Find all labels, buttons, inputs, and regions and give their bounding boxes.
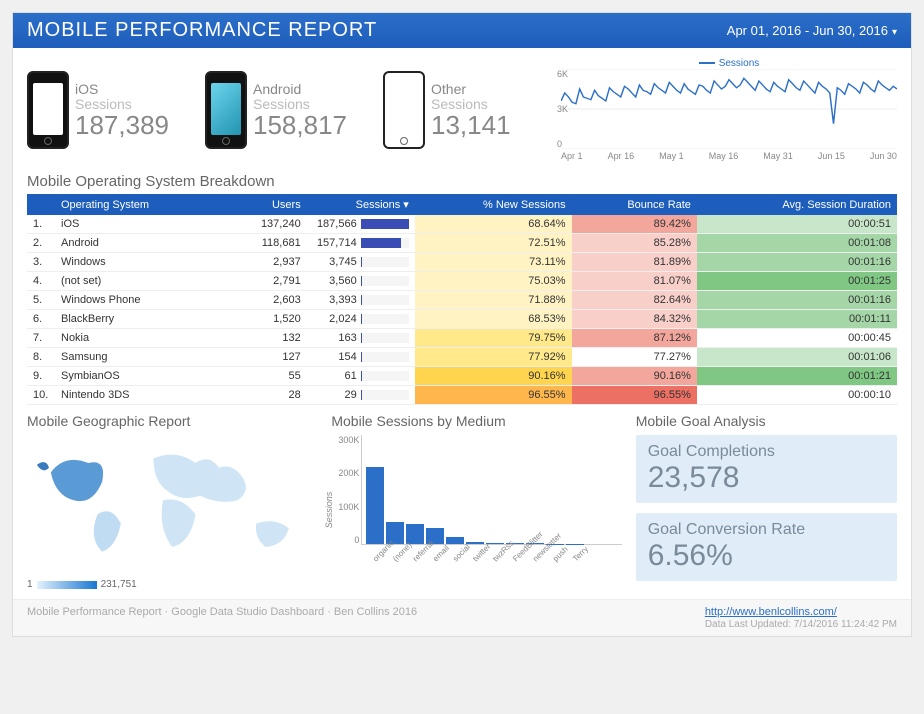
os-table-title: Mobile Operating System Breakdown — [13, 167, 911, 194]
goal-title: Mobile Goal Analysis — [636, 413, 897, 429]
sessions-sparkline: Sessions 6K3K0 Apr 1Apr 16May 1May 16May… — [561, 58, 897, 161]
map-min: 1 — [27, 579, 33, 590]
medium-title: Mobile Sessions by Medium — [331, 413, 621, 429]
date-range-picker[interactable]: Apr 01, 2016 - Jun 30, 2016 — [727, 23, 897, 38]
goal-conversion-label: Goal Conversion Rate — [648, 521, 885, 539]
table-row[interactable]: 8.Samsung12715477.92%77.27%00:01:06 — [27, 348, 897, 367]
table-row[interactable]: 10.Nintendo 3DS282996.55%96.55%00:00:10 — [27, 386, 897, 405]
android-label: Android — [253, 82, 347, 96]
sparkline-legend: Sessions — [561, 58, 897, 69]
goal-conversion-card: Goal Conversion Rate 6.56% — [636, 513, 897, 581]
map-gradient — [37, 581, 97, 589]
bar-social[interactable] — [446, 537, 464, 544]
top-metrics-row: iOS Sessions 187,389 Android Sessions 15… — [13, 48, 911, 167]
goal-completions-value: 23,578 — [648, 461, 885, 495]
android-phone-icon — [205, 71, 247, 149]
map-max: 231,751 — [101, 579, 137, 590]
table-column-header[interactable]: Bounce Rate — [572, 194, 697, 215]
report-header: MOBILE PERFORMANCE REPORT Apr 01, 2016 -… — [13, 13, 911, 48]
ios-label: iOS — [75, 82, 169, 96]
other-value: 13,141 — [431, 112, 511, 138]
goal-completions-label: Goal Completions — [648, 443, 885, 461]
goal-conversion-value: 6.56% — [648, 539, 885, 573]
table-column-header[interactable]: Operating System — [55, 194, 221, 215]
footer-link[interactable]: http://www.benlcollins.com/ — [705, 606, 837, 618]
medium-bar-chart[interactable]: Sessions 300K200K100K0 organic(none)refe… — [331, 435, 621, 575]
barchart-ylabel: Sessions — [324, 492, 334, 529]
table-row[interactable]: 4.(not set)2,7913,56075.03%81.07%00:01:2… — [27, 272, 897, 291]
other-label: Other — [431, 82, 511, 96]
bar-twitter[interactable] — [466, 542, 484, 544]
table-row[interactable]: 3.Windows2,9373,74573.11%81.89%00:01:16 — [27, 253, 897, 272]
goal-block: Mobile Goal Analysis Goal Completions 23… — [636, 413, 897, 591]
report-title: MOBILE PERFORMANCE REPORT — [27, 19, 377, 42]
bar-referral[interactable] — [406, 524, 424, 544]
report-container: MOBILE PERFORMANCE REPORT Apr 01, 2016 -… — [12, 12, 912, 637]
ios-value: 187,389 — [75, 112, 169, 138]
other-sessions-card: Other Sessions 13,141 — [383, 58, 551, 161]
table-row[interactable]: 6.BlackBerry1,5202,02468.53%84.32%00:01:… — [27, 310, 897, 329]
iphone-icon — [27, 71, 69, 149]
android-sessions-card: Android Sessions 158,817 — [205, 58, 373, 161]
ios-sessions-card: iOS Sessions 187,389 — [27, 58, 195, 161]
table-header-row[interactable]: Operating SystemUsersSessions ▾% New Ses… — [27, 194, 897, 215]
table-row[interactable]: 7.Nokia13216379.75%87.12%00:00:45 — [27, 329, 897, 348]
table-row[interactable]: 9.SymbianOS556190.16%90.16%00:01:21 — [27, 367, 897, 386]
android-value: 158,817 — [253, 112, 347, 138]
table-body: 1.iOS137,240187,56668.64%89.42%00:00:512… — [27, 215, 897, 405]
medium-block: Mobile Sessions by Medium Sessions 300K2… — [331, 413, 621, 591]
sparkline-chart[interactable]: 6K3K0 — [561, 69, 897, 149]
generic-phone-icon — [383, 71, 425, 149]
table-row[interactable]: 1.iOS137,240187,56668.64%89.42%00:00:51 — [27, 215, 897, 234]
table-column-header[interactable] — [27, 194, 55, 215]
table-row[interactable]: 2.Android118,681157,71472.51%85.28%00:01… — [27, 234, 897, 253]
bar-twzRss[interactable] — [486, 543, 504, 544]
bottom-row: Mobile Geographic Report 1 231,751 Mobil… — [13, 405, 911, 599]
footer-updated: Data Last Updated: 7/14/2016 11:24:42 PM — [705, 619, 897, 630]
footer-credit: Mobile Performance Report · Google Data … — [27, 606, 417, 630]
os-breakdown-table: Operating SystemUsersSessions ▾% New Ses… — [27, 194, 897, 405]
geo-title: Mobile Geographic Report — [27, 413, 317, 429]
goal-completions-card: Goal Completions 23,578 — [636, 435, 897, 503]
table-column-header[interactable]: Avg. Session Duration — [697, 194, 897, 215]
table-column-header[interactable]: % New Sessions — [415, 194, 572, 215]
table-column-header[interactable]: Users — [221, 194, 307, 215]
map-legend: 1 231,751 — [27, 579, 317, 590]
table-column-header[interactable]: Sessions ▾ — [307, 194, 415, 215]
sparkline-x-axis: Apr 1Apr 16May 1May 16May 31Jun 15Jun 30 — [561, 151, 897, 161]
bar-organic[interactable] — [366, 467, 384, 544]
world-map[interactable] — [27, 435, 317, 575]
table-row[interactable]: 5.Windows Phone2,6033,39371.88%82.64%00:… — [27, 291, 897, 310]
geo-block: Mobile Geographic Report 1 231,751 — [27, 413, 317, 591]
report-footer: Mobile Performance Report · Google Data … — [13, 599, 911, 636]
